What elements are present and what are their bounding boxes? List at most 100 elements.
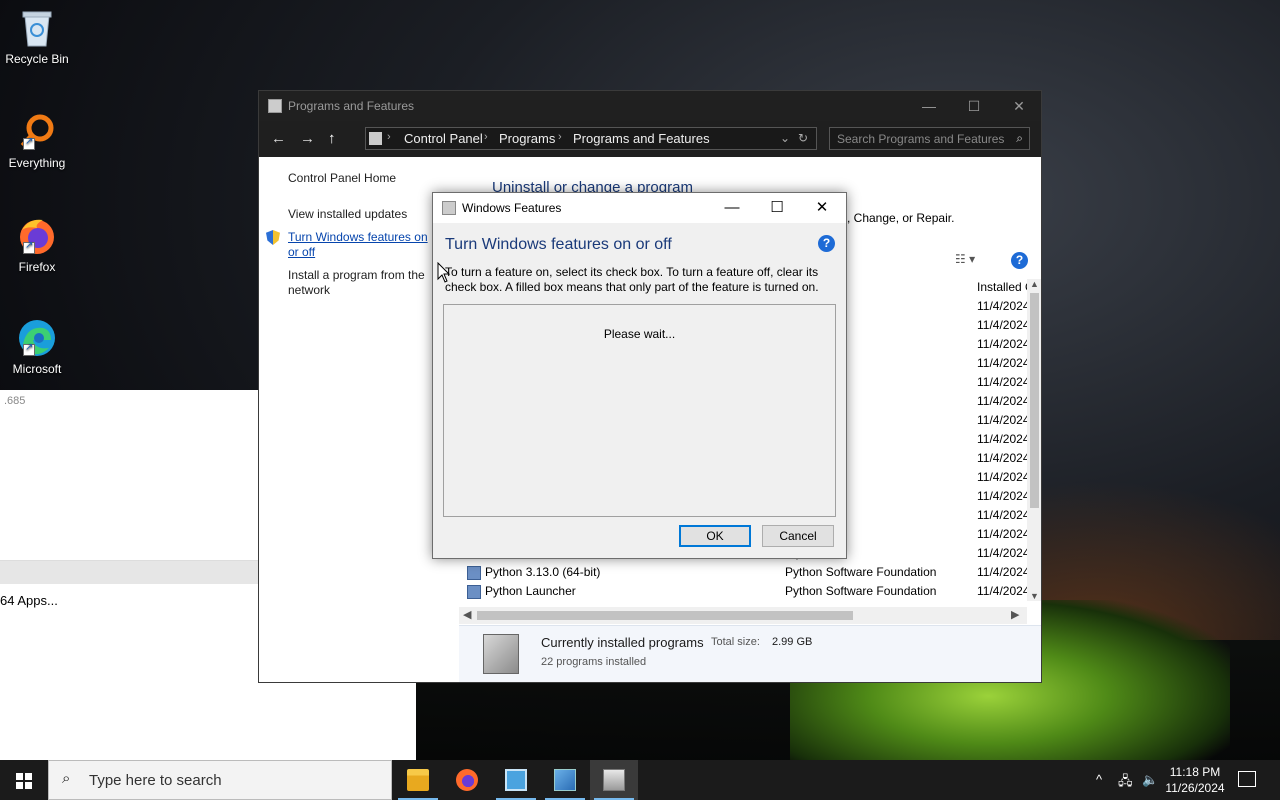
desktop-icon-label: Everything: [8, 156, 66, 170]
windows-logo-icon: [16, 773, 32, 789]
desktop-icon-label: Recycle Bin: [5, 52, 69, 66]
close-button[interactable]: ✕: [800, 197, 844, 219]
shortcut-arrow-icon: [23, 240, 35, 254]
minimize-button[interactable]: —: [710, 197, 754, 219]
view-installed-updates-link[interactable]: View installed updates: [288, 207, 438, 222]
forward-arrow-icon[interactable]: →: [300, 130, 315, 147]
taskbar-programs-features[interactable]: [541, 760, 589, 800]
window-title: Programs and Features: [288, 99, 415, 113]
clock-date: 11/26/2024: [1165, 781, 1225, 795]
address-bar[interactable]: › Control Panel › Programs › Programs an…: [365, 127, 817, 150]
help-icon[interactable]: ?: [1011, 252, 1028, 269]
recycle-bin-icon: [17, 8, 57, 48]
notifications-icon[interactable]: [1238, 771, 1256, 787]
close-button[interactable]: ✕: [996, 95, 1042, 117]
taskbar-file-explorer[interactable]: [394, 760, 442, 800]
search-icon: ⌕: [62, 770, 71, 787]
title-bar[interactable]: Programs and Features — ☐ ✕: [259, 91, 1041, 121]
program-date: 11/4/2024: [977, 432, 1030, 446]
program-date: 11/4/2024: [977, 584, 1030, 598]
program-publisher: Python Software Foundation: [785, 584, 937, 598]
left-task-pane: Control Panel Home View installed update…: [288, 171, 438, 318]
maximize-button[interactable]: ☐: [755, 197, 799, 219]
vertical-scrollbar[interactable]: ▲ ▼: [1027, 279, 1041, 601]
desktop-icon-recycle-bin[interactable]: Recycle Bin: [4, 8, 70, 66]
taskbar-clock[interactable]: 11:18 PM 11/26/2024: [1160, 764, 1230, 796]
folder-icon: [407, 769, 429, 791]
breadcrumb-programs[interactable]: Programs: [499, 131, 555, 146]
search-programs-input[interactable]: Search Programs and Features ⌕: [829, 127, 1030, 150]
show-hidden-icons-chevron-icon[interactable]: ^: [1096, 772, 1102, 787]
install-from-network-link[interactable]: Install a program from the network: [288, 268, 438, 298]
total-size-value: 2.99 GB: [772, 636, 813, 648]
firefox-icon: [456, 769, 478, 791]
network-icon[interactable]: 🖧: [1118, 772, 1133, 794]
horizontal-scrollbar[interactable]: ◀ ▶: [459, 607, 1027, 624]
back-arrow-icon[interactable]: ←: [271, 130, 286, 147]
taskbar-windows-features[interactable]: [590, 760, 638, 800]
program-date: 11/4/2024: [977, 451, 1030, 465]
help-icon[interactable]: ?: [818, 235, 835, 252]
scroll-up-arrow-icon[interactable]: ▲: [1030, 279, 1039, 289]
volume-muted-icon[interactable]: 🔈: [1142, 772, 1158, 788]
please-wait-text: Please wait...: [603, 327, 676, 341]
desktop-icon-everything[interactable]: Everything: [4, 112, 70, 170]
program-date: 11/4/2024: [977, 565, 1030, 579]
desktop-icon-edge[interactable]: Microsoft: [4, 318, 70, 376]
program-icon: [467, 566, 481, 580]
breadcrumb-separator-icon: ›: [387, 131, 391, 143]
desktop-icon-firefox[interactable]: Firefox: [4, 216, 70, 274]
features-tree[interactable]: Please wait...: [443, 304, 836, 517]
windows-features-icon: [603, 769, 625, 791]
refresh-icon[interactable]: ↻: [798, 131, 808, 145]
cancel-button[interactable]: Cancel: [762, 525, 834, 547]
program-name: Python 3.13.0 (64-bit): [485, 565, 601, 579]
breadcrumb-control-panel[interactable]: Control Panel: [404, 131, 483, 146]
taskbar-control-panel[interactable]: [492, 760, 540, 800]
version-fragment: .685: [4, 395, 26, 407]
scroll-thumb[interactable]: [477, 611, 853, 620]
table-row[interactable]: Python Launcher Python Software Foundatio…: [459, 584, 1030, 603]
program-date: 11/4/2024: [977, 394, 1030, 408]
start-button[interactable]: [0, 760, 48, 800]
control-panel-icon: [268, 99, 282, 113]
control-panel-home-link[interactable]: Control Panel Home: [288, 171, 438, 186]
clock-time: 11:18 PM: [1169, 765, 1221, 779]
scroll-left-arrow-icon[interactable]: ◀: [463, 608, 471, 621]
program-publisher: Python Software Foundation: [785, 565, 937, 579]
minimize-button[interactable]: —: [906, 95, 952, 117]
view-options-icon[interactable]: ☷ ▾: [955, 252, 975, 266]
program-date: 11/4/2024: [977, 508, 1030, 522]
table-row[interactable]: Python 3.13.0 (64-bit) Python Software Fo…: [459, 565, 1030, 584]
program-icon: [467, 585, 481, 599]
breadcrumb-programs-and-features[interactable]: Programs and Features: [573, 131, 710, 146]
scroll-right-arrow-icon[interactable]: ▶: [1011, 608, 1019, 621]
windows-features-icon: [442, 201, 456, 215]
scroll-thumb[interactable]: [1030, 293, 1039, 508]
scroll-down-arrow-icon[interactable]: ▼: [1030, 591, 1039, 601]
program-date: 11/4/2024: [977, 318, 1030, 332]
program-date: 11/4/2024: [977, 375, 1030, 389]
control-panel-icon: [505, 769, 527, 791]
firefox-icon: [17, 216, 57, 256]
dialog-description: To turn a feature on, select its check b…: [445, 265, 819, 294]
turn-windows-features-link[interactable]: Turn Windows features on or off: [288, 230, 438, 260]
status-title: Currently installed programs: [541, 635, 704, 650]
search-icon[interactable]: ⌕: [1016, 131, 1023, 146]
apps-count-text[interactable]: 64 Apps...: [0, 593, 58, 608]
maximize-button[interactable]: ☐: [951, 95, 997, 117]
programs-features-icon: [554, 769, 576, 791]
dropdown-chevron-icon[interactable]: ⌄: [780, 131, 790, 145]
ok-button[interactable]: OK: [679, 525, 751, 547]
taskbar-search-placeholder: Type here to search: [89, 772, 222, 789]
address-bar-row: ← → ↑ › Control Panel › Programs › Progr…: [259, 121, 1041, 157]
taskbar-firefox[interactable]: [443, 760, 491, 800]
column-header-installed-on[interactable]: Installed O: [977, 280, 1034, 294]
program-date: 11/4/2024: [977, 356, 1030, 370]
dialog-title-bar[interactable]: Windows Features — ☐ ✕: [433, 193, 846, 223]
up-arrow-icon[interactable]: ↑: [328, 130, 336, 147]
taskbar-search-box[interactable]: ⌕ Type here to search: [48, 760, 392, 800]
total-size-label: Total size:: [711, 636, 760, 648]
program-date: 11/4/2024: [977, 299, 1030, 313]
program-date: 11/4/2024: [977, 337, 1030, 351]
